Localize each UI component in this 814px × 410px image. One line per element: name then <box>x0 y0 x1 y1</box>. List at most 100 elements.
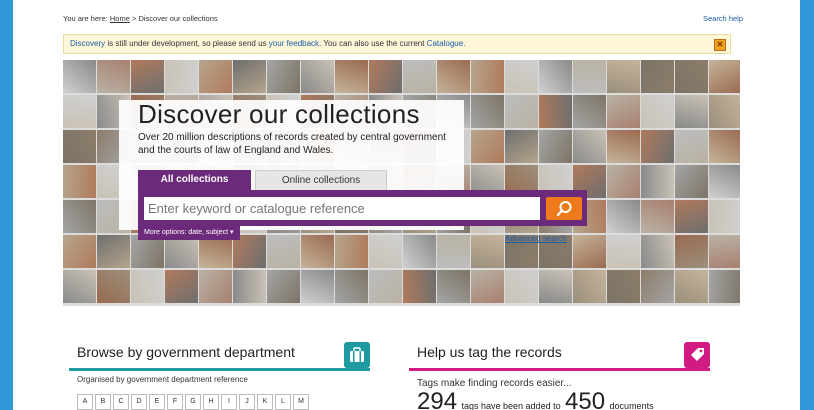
collection-image-tile <box>199 60 232 93</box>
collection-image-tile <box>437 270 470 303</box>
browse-department-card: Browse by government department Organise… <box>69 342 370 410</box>
collection-image-tile <box>63 165 96 198</box>
magnifier-icon <box>556 201 572 217</box>
collection-image-tile <box>267 60 300 93</box>
tag-text-end: documents <box>609 401 654 410</box>
collection-image-tile <box>131 270 164 303</box>
collection-image-tile <box>641 130 674 163</box>
letter-button[interactable]: J <box>239 394 255 410</box>
collection-image-tile <box>403 270 436 303</box>
tag-text-mid: tags have been added to <box>461 401 561 410</box>
collection-image-tile <box>471 130 504 163</box>
catalogue-link[interactable]: Catalogue <box>427 39 463 48</box>
hero-banner: Discover our collections Over 20 million… <box>63 60 740 306</box>
collection-image-tile <box>539 270 572 303</box>
breadcrumb-current: Discover our collections <box>138 14 218 23</box>
letter-button[interactable]: E <box>149 394 165 410</box>
collection-image-tile <box>573 130 606 163</box>
search-input[interactable] <box>144 197 540 220</box>
collection-image-tile <box>675 270 708 303</box>
letter-button[interactable]: C <box>113 394 129 410</box>
collection-image-tile <box>539 60 572 93</box>
collection-image-tile <box>573 95 606 128</box>
collection-image-tile <box>675 235 708 268</box>
page-title: Discover our collections <box>138 99 420 129</box>
collection-image-tile <box>505 130 538 163</box>
collection-image-tile <box>63 200 96 233</box>
collection-image-tile <box>607 235 640 268</box>
collection-image-tile <box>641 270 674 303</box>
letter-button[interactable]: A <box>77 394 93 410</box>
letter-button[interactable]: K <box>257 394 273 410</box>
collection-image-tile <box>607 130 640 163</box>
collection-image-tile <box>675 60 708 93</box>
collection-image-tile <box>675 130 708 163</box>
letter-button[interactable]: B <box>95 394 111 410</box>
collection-image-tile <box>437 235 470 268</box>
collection-image-tile <box>641 235 674 268</box>
collection-image-tile <box>233 60 266 93</box>
collection-image-tile <box>573 270 606 303</box>
collection-image-tile <box>573 60 606 93</box>
collection-image-tile <box>675 200 708 233</box>
browse-divider <box>69 368 370 371</box>
collection-image-tile <box>63 60 96 93</box>
collection-image-tile <box>97 270 130 303</box>
collection-image-tile <box>709 130 740 163</box>
tag-icon <box>684 342 710 368</box>
advanced-search-link[interactable]: Advanced search <box>505 234 567 243</box>
notice-text-2: . You can also use the current <box>319 39 427 48</box>
collection-image-tile <box>471 60 504 93</box>
collection-image-tile <box>267 235 300 268</box>
letter-button[interactable]: M <box>293 394 309 410</box>
search-box <box>138 190 587 226</box>
collection-image-tile <box>505 270 538 303</box>
tab-online-collections[interactable]: Online collections <box>255 170 387 190</box>
collection-image-tile <box>607 95 640 128</box>
collection-image-tile <box>675 95 708 128</box>
letter-button[interactable]: H <box>203 394 219 410</box>
collection-image-tile <box>369 235 402 268</box>
collection-image-tile <box>641 165 674 198</box>
collection-image-tile <box>539 95 572 128</box>
notice-text-3: . <box>463 39 466 48</box>
letter-button[interactable]: L <box>275 394 291 410</box>
collection-image-tile <box>335 60 368 93</box>
notice-text-1: is still under development, so please se… <box>105 39 269 48</box>
discovery-link[interactable]: Discovery <box>70 39 105 48</box>
more-options-dropdown[interactable]: More options: date, subject ▾ <box>138 226 240 240</box>
collection-image-tile <box>607 165 640 198</box>
hero-description: Over 20 million descriptions of records … <box>138 132 446 156</box>
letter-button[interactable]: I <box>221 394 237 410</box>
breadcrumb-home-link[interactable]: Home <box>110 14 130 23</box>
letter-button[interactable]: D <box>131 394 147 410</box>
browse-subtitle: Organised by government department refer… <box>77 375 248 384</box>
collection-image-tile <box>437 60 470 93</box>
collection-image-tile <box>709 165 740 198</box>
breadcrumb-separator: > <box>131 14 137 23</box>
collection-image-tile <box>505 60 538 93</box>
letter-button[interactable]: F <box>167 394 183 410</box>
feedback-link[interactable]: your feedback <box>269 39 319 48</box>
collection-image-tile <box>63 130 96 163</box>
collection-image-tile <box>97 60 130 93</box>
search-button[interactable] <box>546 197 582 220</box>
collection-image-tile <box>233 270 266 303</box>
collection-image-tile <box>709 200 740 233</box>
collection-image-tile <box>267 270 300 303</box>
collection-image-tile <box>471 235 504 268</box>
collection-image-tile <box>301 60 334 93</box>
browse-title: Browse by government department <box>77 344 295 360</box>
close-icon[interactable]: ✕ <box>714 39 726 51</box>
tag-statistics: 294 tags have been added to 450 document… <box>417 388 654 410</box>
tab-all-collections[interactable]: All collections <box>138 170 251 190</box>
search-help-link[interactable]: Search help <box>703 14 743 23</box>
development-notice: Discovery is still under development, so… <box>63 34 731 54</box>
collection-image-tile <box>63 270 96 303</box>
collection-image-tile <box>641 200 674 233</box>
tag-count: 294 <box>417 388 458 410</box>
tag-records-card: Help us tag the records Tags make findin… <box>409 342 710 410</box>
collection-image-tile <box>369 270 402 303</box>
letter-button[interactable]: G <box>185 394 201 410</box>
document-count: 450 <box>565 388 606 410</box>
